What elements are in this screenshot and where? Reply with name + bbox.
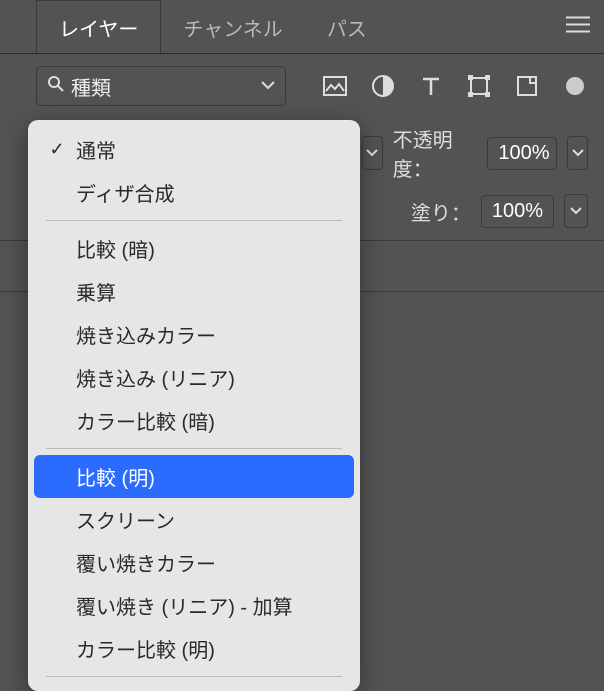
tab-label: パス [327,13,367,42]
menu-item-label: ディザ合成 [76,178,175,207]
blend-mode-menu: ✓ 通常 ディザ合成 比較 (暗) 乗算 焼き込みカラー 焼き込み (リニア) … [28,120,360,691]
blend-mode-item-linearburn[interactable]: 焼き込み (リニア) [28,356,360,399]
blend-mode-item-lineardodge[interactable]: 覆い焼き (リニア) - 加算 [28,584,360,627]
type-filter-icon[interactable] [418,73,444,99]
menu-item-label: 覆い焼きカラー [76,548,216,577]
blend-mode-item-colordodge[interactable]: 覆い焼きカラー [28,541,360,584]
filter-icons [322,73,584,99]
panel-tabs: レイヤー チャンネル パス [0,0,604,54]
tab-layers[interactable]: レイヤー [36,0,161,53]
filter-kind-label: 種類 [71,72,261,101]
adjustment-filter-icon[interactable] [370,73,396,99]
filter-kind-dropdown[interactable]: 種類 [36,66,286,106]
menu-item-label: 焼き込み (リニア) [76,363,235,392]
pixel-filter-icon[interactable] [322,73,348,99]
fill-value[interactable]: 100% [481,195,554,228]
filter-toggle[interactable] [566,77,584,95]
blend-mode-item-normal[interactable]: ✓ 通常 [28,128,360,171]
menu-item-label: スクリーン [76,505,175,534]
blend-mode-item-darken[interactable]: 比較 (暗) [28,227,360,270]
opacity-value[interactable]: 100% [487,137,557,170]
tab-channels[interactable]: チャンネル [161,0,304,53]
fill-caret[interactable] [564,194,588,228]
tab-label: チャンネル [183,13,282,42]
blend-mode-item-colorburn[interactable]: 焼き込みカラー [28,313,360,356]
menu-item-label: 乗算 [76,277,116,306]
blend-mode-item-lighten[interactable]: 比較 (明) [34,455,354,498]
fill-label: 塗り： [411,197,471,226]
blend-mode-item-multiply[interactable]: 乗算 [28,270,360,313]
menu-separator [46,676,342,677]
filter-row: 種類 [0,54,604,118]
menu-item-label: カラー比較 (明) [76,634,215,663]
panel-menu-icon[interactable] [566,15,590,38]
blend-mode-item-lightercolor[interactable]: カラー比較 (明) [28,627,360,670]
shape-filter-icon[interactable] [466,73,492,99]
smartobject-filter-icon[interactable] [514,73,540,99]
opacity-label: 不透明度： [393,124,478,182]
blend-mode-item-screen[interactable]: スクリーン [28,498,360,541]
blend-mode-dropdown-caret[interactable] [362,136,383,170]
blend-mode-item-darkercolor[interactable]: カラー比較 (暗) [28,399,360,442]
menu-separator [46,448,342,449]
menu-item-label: 通常 [76,135,116,164]
tab-label: レイヤー [59,13,138,42]
menu-item-label: 焼き込みカラー [76,320,216,349]
menu-item-label: 覆い焼き (リニア) - 加算 [76,591,293,620]
menu-separator [46,220,342,221]
menu-item-label: 比較 (暗) [76,234,155,263]
menu-item-label: カラー比較 (暗) [76,406,215,435]
check-icon: ✓ [44,139,70,160]
blend-mode-item-dissolve[interactable]: ディザ合成 [28,171,360,214]
search-icon [47,75,65,98]
opacity-caret[interactable] [567,136,588,170]
tab-paths[interactable]: パス [305,0,389,53]
chevron-down-icon [261,77,275,95]
menu-item-label: 比較 (明) [76,462,155,491]
